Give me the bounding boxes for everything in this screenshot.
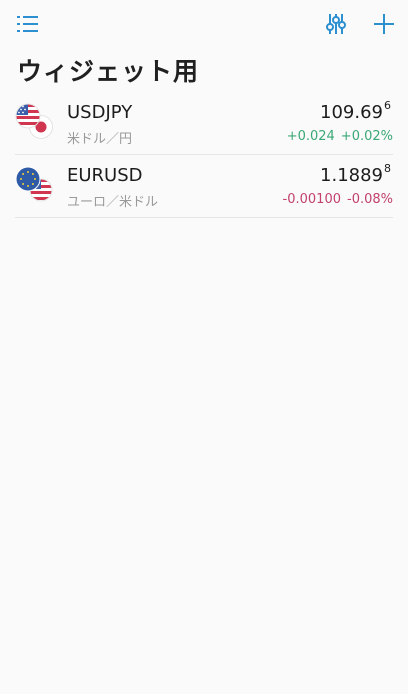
currency-pair-flags [15,103,55,143]
app-toolbar [0,0,408,50]
change-value: +0.024 [286,129,335,144]
price-pip: 6 [384,99,391,112]
filter-button[interactable] [322,10,350,38]
currency-pair-flags [15,166,55,206]
price-change: -0.00100 -0.08% [283,192,393,207]
sliders-icon [326,14,346,34]
change-value: -0.00100 [282,192,341,207]
plus-icon [374,14,394,34]
us-flag-icon [15,103,41,129]
price-value: 109.696 [320,99,391,123]
quote-row[interactable]: USDJPY 米ドル／円 109.696 +0.024 +0.02% [15,92,393,155]
symbol-label: EURUSD [67,165,143,186]
menu-button[interactable] [14,10,42,38]
eu-flag-icon [15,166,41,192]
symbol-label: USDJPY [67,102,133,123]
quote-list: USDJPY 米ドル／円 109.696 +0.024 +0.02% EURUS… [15,92,393,218]
add-button[interactable] [370,10,398,38]
change-percent: -0.08% [347,192,393,207]
price-main: 109.69 [320,102,383,123]
price-change: +0.024 +0.02% [287,129,393,144]
change-percent: +0.02% [340,129,393,144]
quote-row[interactable]: EURUSD ユーロ／米ドル 1.18898 -0.00100 -0.08% [15,155,393,218]
list-menu-icon [17,16,38,32]
symbol-description: ユーロ／米ドル [67,195,159,210]
price-main: 1.1889 [320,165,383,186]
symbol-description: 米ドル／円 [67,132,133,147]
price-pip: 8 [384,162,391,175]
price-value: 1.18898 [320,162,391,186]
page-title: ウィジェット用 [17,57,200,86]
